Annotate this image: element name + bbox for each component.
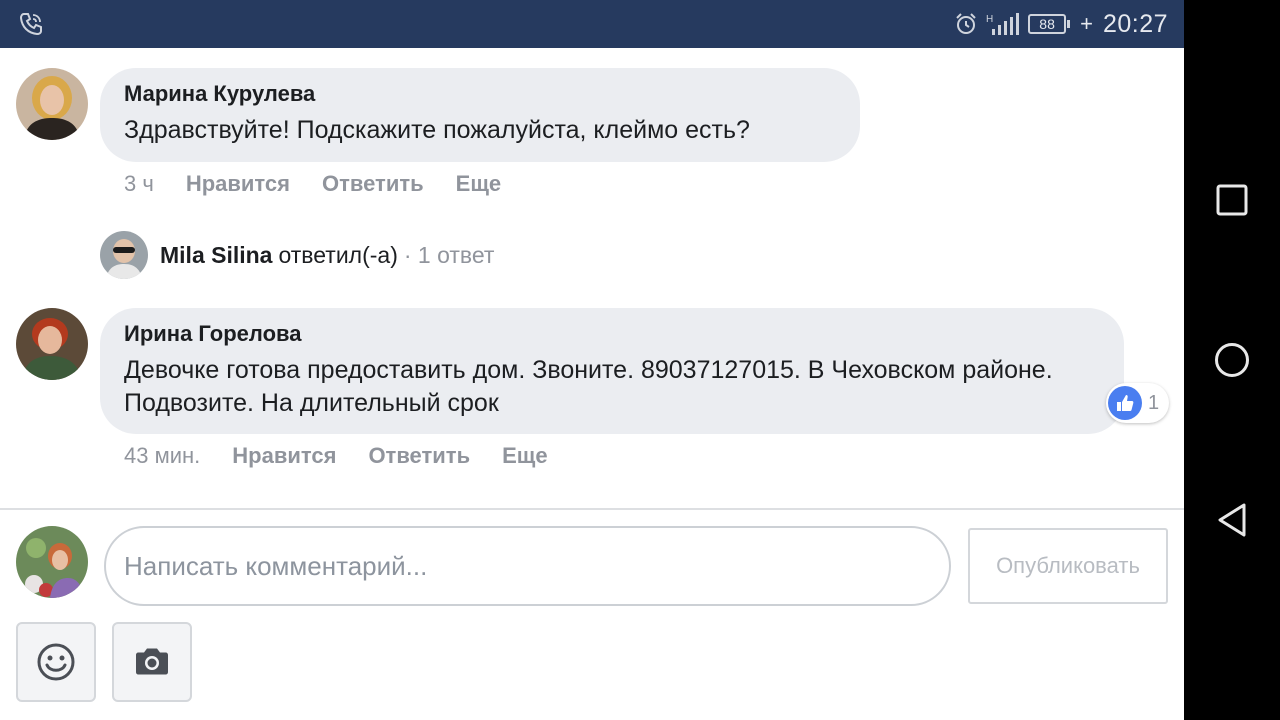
triangle-back-icon [1218,503,1246,537]
camera-button[interactable] [112,622,192,702]
reply-avatar [100,231,148,279]
square-icon [1216,184,1248,216]
clock: 20:27 [1102,9,1168,38]
reply-summary[interactable]: Mila Silina ответил(-а) · 1 ответ [100,230,494,280]
emoji-button[interactable] [16,622,96,702]
comment-time: 43 мин. [124,443,201,468]
reply-author[interactable]: Mila Silina [160,242,272,269]
comment-input[interactable] [104,526,951,606]
navigation-bar [1184,0,1280,720]
alarm-icon [956,13,976,34]
comment-author[interactable]: Ирина Горелова [124,321,302,347]
like-button[interactable]: Нравится [186,171,290,197]
more-button[interactable]: Еще [502,443,547,469]
reply-button[interactable]: Ответить [322,171,424,197]
avatar[interactable] [16,308,88,380]
more-button[interactable]: Еще [456,171,501,197]
comment-text: Здравствуйте! Подскажите пожалуйста, кле… [124,116,750,144]
thumbs-up-icon [1108,386,1142,420]
reply-count[interactable]: · 1 ответ [404,242,495,269]
current-user-avatar [16,526,88,598]
charging-icon: + [1080,11,1093,36]
comment-actions: 43 мин. Нравится Ответить Еще [124,443,548,469]
reaction-count: 1 [1148,391,1160,414]
divider [0,508,1184,510]
recents-button[interactable] [1212,180,1252,220]
like-button[interactable]: Нравится [232,443,336,469]
comment-time: 3 ч [124,171,154,196]
publish-button[interactable]: Опубликовать [968,528,1168,604]
comments-screen: H 88 + 20:27 Марина Курулева Здравствуйт… [0,0,1184,720]
circle-icon [1215,343,1249,377]
home-button[interactable] [1212,340,1252,380]
battery-icon: 88 [1028,14,1071,34]
svg-text:H: H [986,14,993,25]
back-button[interactable] [1212,500,1252,540]
reply-verb: ответил(-а) [278,241,398,268]
comment-author[interactable]: Марина Курулева [124,81,315,107]
reaction-badge[interactable]: 1 [1106,383,1170,423]
status-bar: H 88 + 20:27 [0,0,1184,48]
battery-level: 88 [1028,14,1067,34]
reply-button[interactable]: Ответить [368,443,470,469]
signal-icon: H [986,13,1020,35]
comment-actions: 3 ч Нравится Ответить Еще [124,171,501,197]
comment-text: Девочке готова предоставить дом. Звоните… [124,356,1053,417]
avatar[interactable] [16,68,88,140]
call-icon [19,13,42,36]
camera-icon [136,648,168,675]
emoji-icon [37,643,75,681]
